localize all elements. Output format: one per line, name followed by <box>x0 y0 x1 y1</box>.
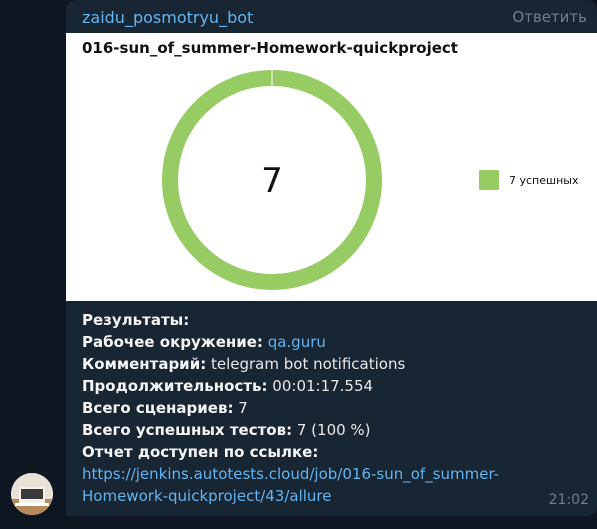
legend-label: 7 успешных <box>509 173 579 187</box>
env-link[interactable]: qa.guru <box>268 333 326 351</box>
avatar-image <box>11 473 53 515</box>
scenarios-value: 7 <box>238 399 248 417</box>
duration-value: 00:01:17.554 <box>272 377 374 395</box>
donut-center-label: 7 <box>261 161 283 201</box>
report-row: Отчет доступен по ссылке: <box>82 441 537 463</box>
comment-value: telegram bot notifications <box>210 355 406 373</box>
comment-row: Комментарий: telegram bot notifications <box>82 353 537 375</box>
report-label: Отчет доступен по ссылке: <box>82 443 319 461</box>
comment-label: Комментарий: <box>82 355 207 373</box>
report-link-line-1: https://jenkins.autotests.cloud/job/016-… <box>82 463 537 485</box>
report-link-line-2: Homework-quickproject/43/allure <box>82 485 537 507</box>
report-link-continued[interactable]: Homework-quickproject/43/allure <box>82 487 332 505</box>
sender-name[interactable]: zaidu_posmotryu_bot <box>82 8 253 27</box>
bot-avatar[interactable] <box>11 473 53 515</box>
passed-label: Всего успешных тестов: <box>82 421 293 439</box>
results-heading: Результаты: <box>82 311 190 329</box>
passed-row: Всего успешных тестов: 7 (100 %) <box>82 419 537 441</box>
env-row: Рабочее окружение: qa.guru <box>82 331 537 353</box>
scenarios-label: Всего сценариев: <box>82 399 234 417</box>
passed-value: 7 (100 %) <box>296 421 371 439</box>
message-time: 21:02 <box>548 492 589 508</box>
message-text: Результаты: Рабочее окружение: qa.guru К… <box>82 309 537 507</box>
reply-button[interactable]: Ответить <box>512 8 587 26</box>
chart-image[interactable]: 016-sun_of_summer-Homework-quickproject … <box>66 33 597 301</box>
duration-label: Продолжительность: <box>82 377 268 395</box>
duration-row: Продолжительность: 00:01:17.554 <box>82 375 537 397</box>
report-link[interactable]: https://jenkins.autotests.cloud/job/016-… <box>82 465 499 483</box>
legend-swatch <box>479 170 499 190</box>
message-bubble: zaidu_posmotryu_bot Ответить 016-sun_of_… <box>66 0 597 516</box>
chart-legend: 7 успешных <box>479 170 578 190</box>
env-label: Рабочее окружение: <box>82 333 263 351</box>
donut-chart: 7 <box>162 70 382 290</box>
scenarios-row: Всего сценариев: 7 <box>82 397 537 419</box>
